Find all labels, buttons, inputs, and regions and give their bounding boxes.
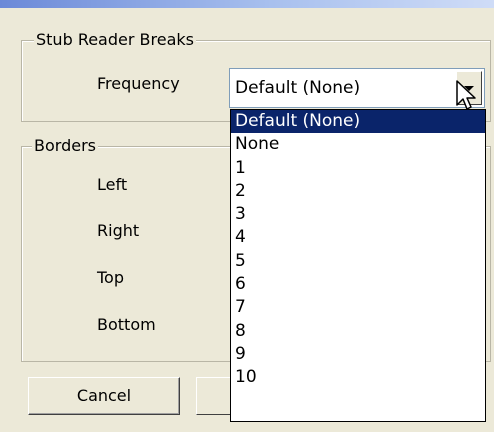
dropdown-option[interactable]: 1	[231, 157, 485, 180]
dropdown-option[interactable]: 5	[231, 250, 485, 273]
frequency-label: Frequency	[97, 74, 180, 93]
dropdown-option[interactable]: 6	[231, 273, 485, 296]
frequency-combobox-value: Default (None)	[235, 78, 361, 98]
frequency-dropdown-list[interactable]: Default (None) None 1 2 3 4 5 6 7 8 9 10	[230, 109, 486, 422]
dropdown-option[interactable]: Default (None)	[231, 110, 485, 134]
dropdown-option[interactable]: 4	[231, 226, 485, 249]
dropdown-option[interactable]: 10	[231, 366, 485, 389]
dropdown-option[interactable]: 2	[231, 180, 485, 203]
dropdown-option[interactable]: 9	[231, 343, 485, 366]
border-left-label: Left	[97, 175, 128, 194]
borders-title: Borders	[32, 136, 98, 156]
dropdown-option[interactable]: 8	[231, 320, 485, 343]
frequency-combobox[interactable]: Default (None)	[229, 68, 485, 108]
stub-reader-breaks-title: Stub Reader Breaks	[34, 30, 196, 50]
dropdown-option[interactable]: 3	[231, 203, 485, 226]
mouse-pointer-icon	[456, 80, 476, 110]
dropdown-option[interactable]: None	[231, 133, 485, 156]
window-title-bar	[0, 0, 494, 8]
border-top-label: Top	[97, 268, 124, 287]
border-bottom-label: Bottom	[97, 315, 156, 334]
cancel-button[interactable]: Cancel	[28, 377, 180, 415]
dropdown-option[interactable]: 7	[231, 296, 485, 319]
border-right-label: Right	[97, 221, 140, 240]
